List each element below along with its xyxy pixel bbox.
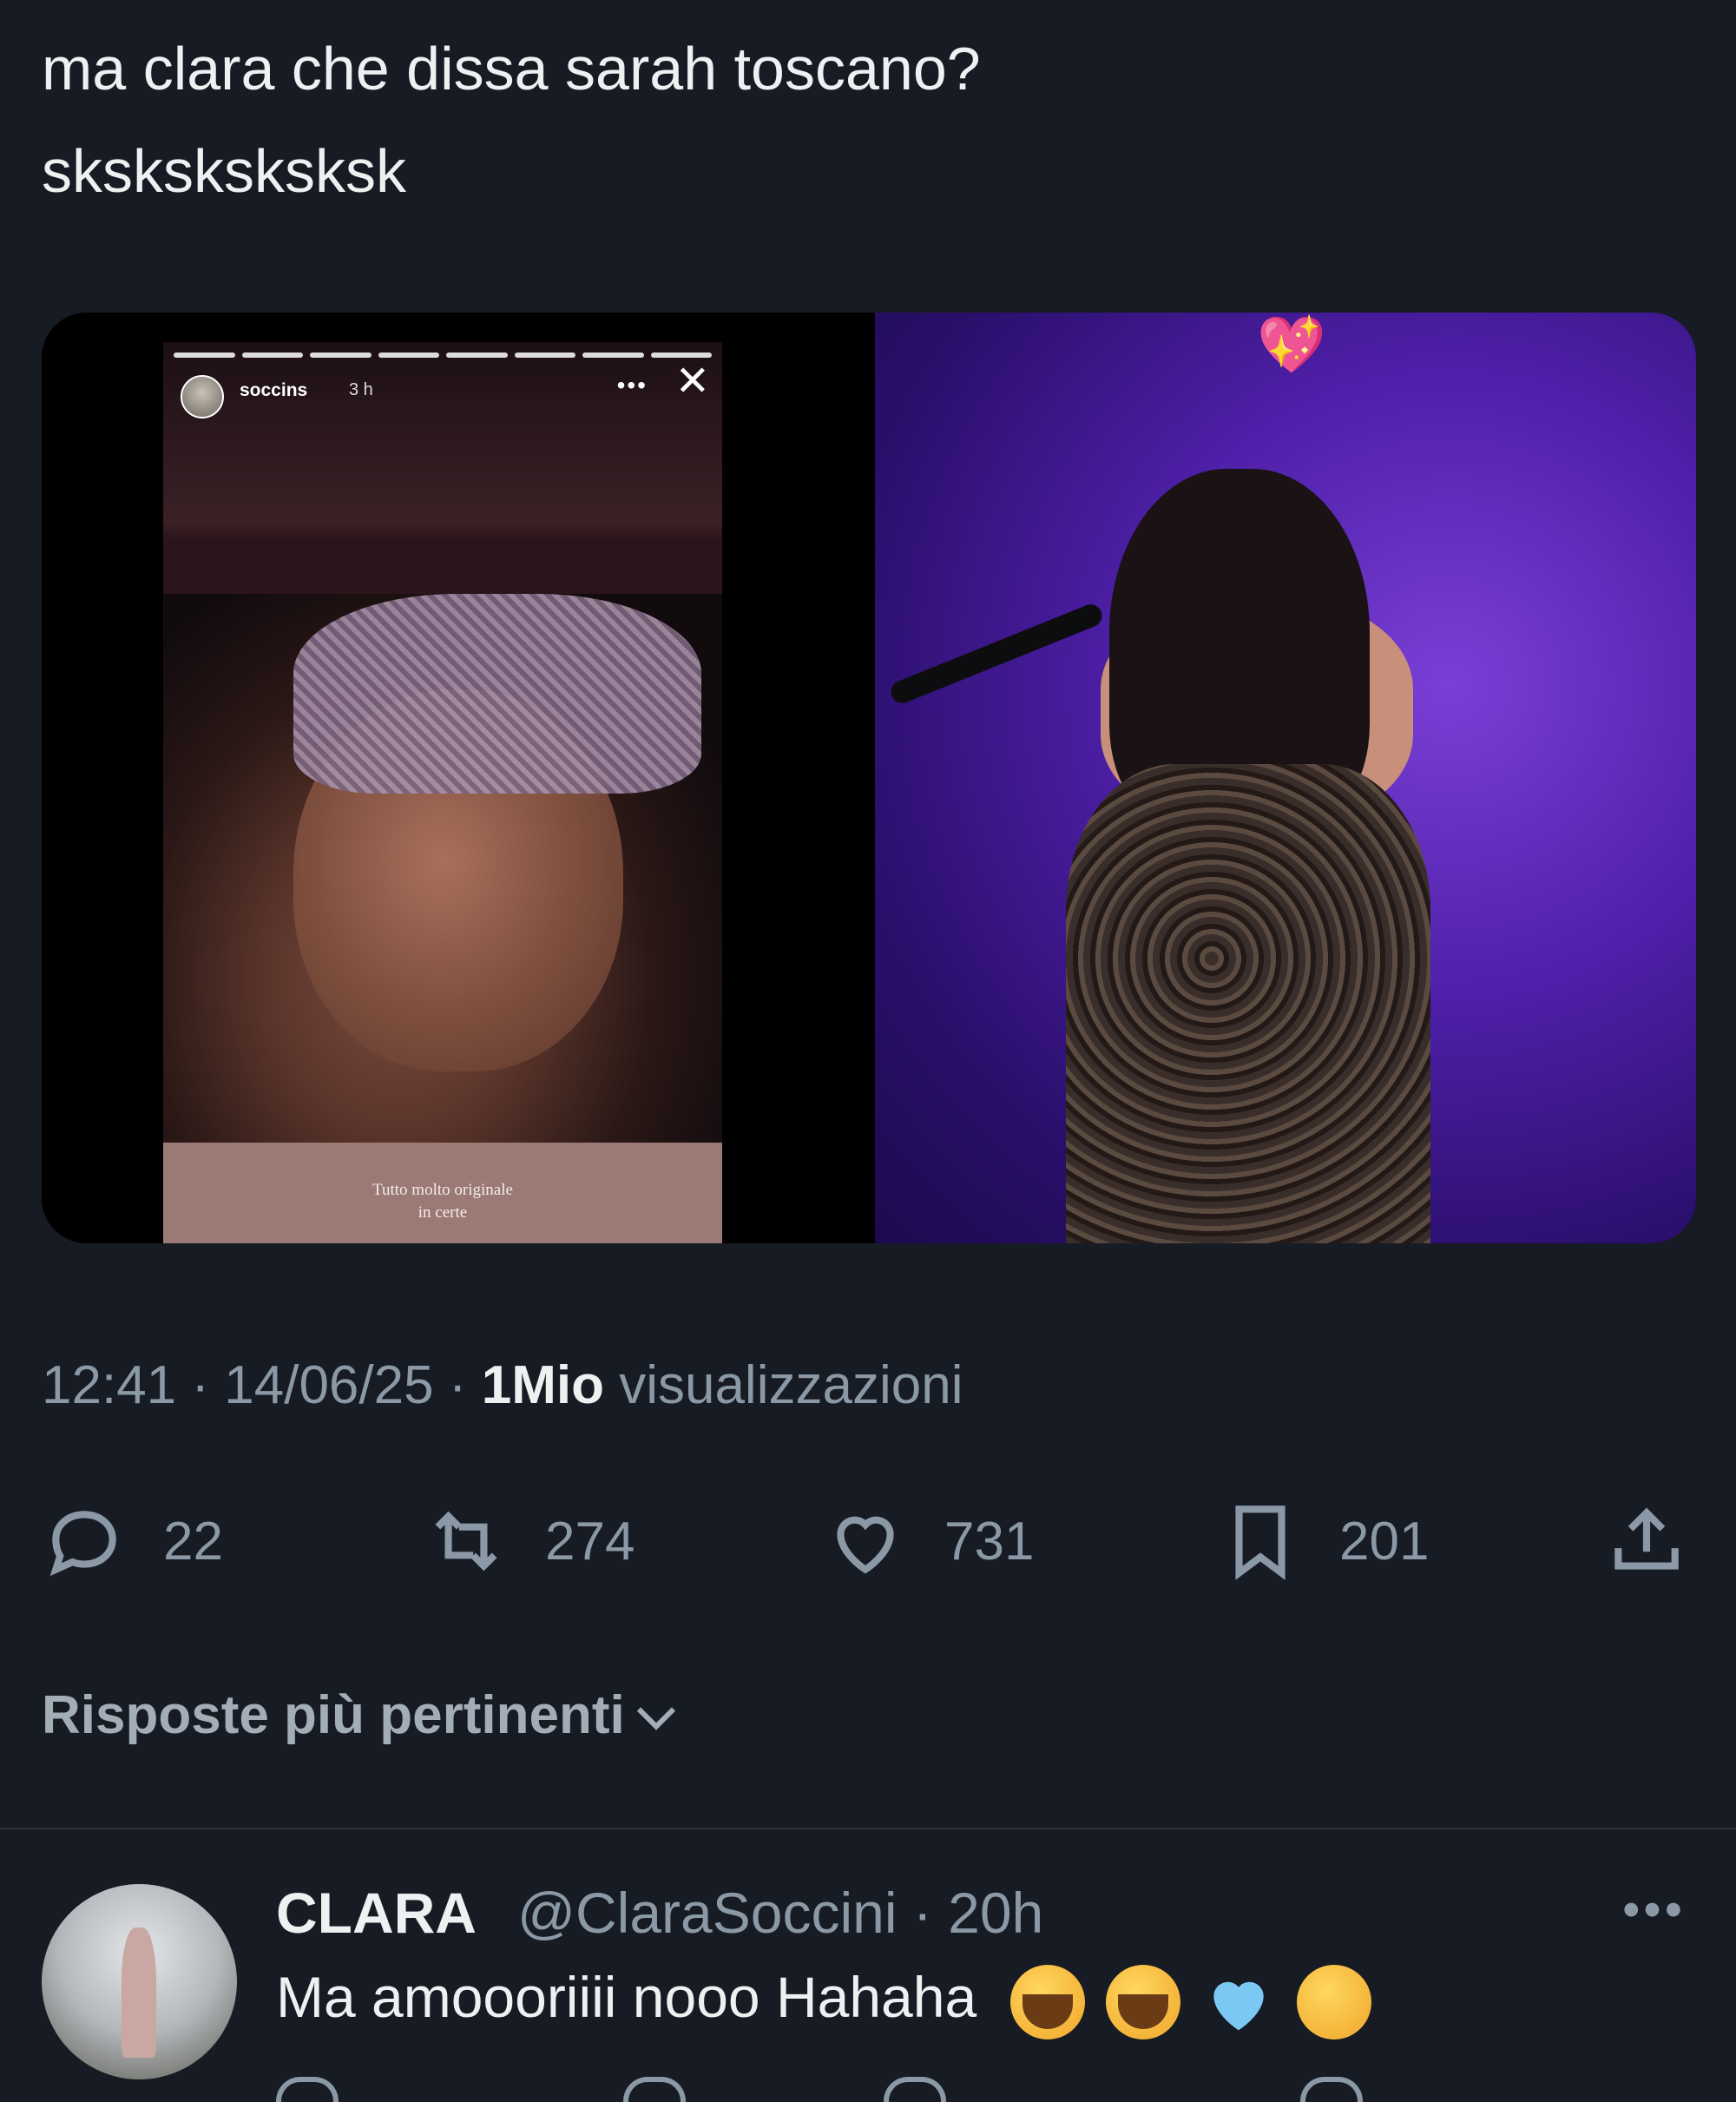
microphone-shape: [887, 601, 1106, 707]
heart-icon: [837, 1516, 894, 1574]
tweet-time: 12:41: [42, 1355, 177, 1415]
sparkling-heart-icon: 💖: [1257, 313, 1326, 376]
story-progress-bars: [174, 353, 712, 358]
share-icon: [1614, 1507, 1679, 1570]
views-label: visualizzazioni: [619, 1355, 963, 1415]
story-time: 3 h: [349, 380, 373, 399]
reply-button[interactable]: 22: [42, 1493, 223, 1589]
tweet-actions: 22 274 731 201: [42, 1493, 1696, 1589]
reply-icon: [49, 1511, 116, 1577]
more-options-icon[interactable]: •••: [1622, 1881, 1686, 1939]
replies-sort-label: Risposte più pertinenti: [42, 1685, 625, 1745]
tweet-meta: 12:41 · 14/06/25 · 1Mio visualizzazioni: [42, 1354, 963, 1416]
story-photo: [163, 594, 722, 1143]
reply-action-bar: [276, 2077, 1700, 2102]
separator-dot: ·: [448, 1355, 482, 1415]
headscarf-shape: [293, 594, 701, 794]
story-username: soccins: [240, 380, 308, 400]
chevron-down-icon: [636, 1706, 675, 1730]
loudly-crying-face-icon: [1009, 1964, 1085, 2039]
reply-text: Ma amoooriiii nooo Hahaha: [276, 1964, 1371, 2039]
like-count: 731: [944, 1511, 1035, 1572]
repost-count: 274: [545, 1511, 635, 1572]
divider: [0, 1828, 1736, 1829]
reply-author-handle[interactable]: @ClaraSoccini · 20h: [517, 1880, 1043, 1946]
heart-icon[interactable]: [884, 2077, 946, 2102]
bookmark-icon: [1235, 1506, 1286, 1580]
tweet-text: ma clara che dissa sarah toscano? sksksk…: [42, 35, 981, 205]
bookmark-count: 201: [1339, 1511, 1430, 1572]
reply-icon[interactable]: [276, 2077, 339, 2102]
reply-count: 22: [163, 1511, 223, 1572]
story-caption: Tutto molto originale in certe: [372, 1181, 513, 1222]
separator-dot: ·: [191, 1355, 225, 1415]
face-with-tears-of-joy-icon: [1296, 1964, 1371, 2039]
reply-text-content: Ma amoooriiii nooo Hahaha: [276, 1965, 977, 2029]
bookmark-icon[interactable]: [1300, 2077, 1363, 2102]
more-icon: •••: [616, 372, 648, 399]
story-avatar: [181, 375, 224, 418]
bookmark-button[interactable]: 201: [1218, 1493, 1429, 1589]
light-blue-heart-icon: [1213, 1981, 1264, 2030]
repost-icon: [435, 1511, 497, 1572]
close-icon: ✕: [674, 359, 710, 405]
media-image-left[interactable]: soccins 3 h ••• ✕ Tutto molto originale …: [42, 313, 858, 1243]
avatar[interactable]: [42, 1884, 237, 2079]
views-count: 1Mio: [481, 1355, 604, 1415]
emoji-group: [1009, 1964, 1371, 2039]
singer-corset-shape: [1066, 764, 1430, 1243]
like-button[interactable]: 731: [823, 1493, 1034, 1589]
tweet-media[interactable]: soccins 3 h ••• ✕ Tutto molto originale …: [42, 313, 1696, 1243]
replies-sort-dropdown[interactable]: Risposte più pertinenti: [42, 1684, 682, 1746]
repost-icon[interactable]: [623, 2077, 686, 2102]
reply-author-name[interactable]: CLARA: [276, 1880, 477, 1946]
repost-button[interactable]: 274: [424, 1493, 635, 1589]
share-button[interactable]: [1604, 1493, 1726, 1589]
instagram-story-screenshot: soccins 3 h ••• ✕ Tutto molto originale …: [163, 342, 722, 1243]
story-footer: Tutto molto originale in certe: [163, 1143, 722, 1243]
tweet-date: 14/06/25: [224, 1355, 434, 1415]
loudly-crying-face-icon: [1105, 1964, 1180, 2039]
media-image-right[interactable]: 💖: [875, 313, 1696, 1243]
